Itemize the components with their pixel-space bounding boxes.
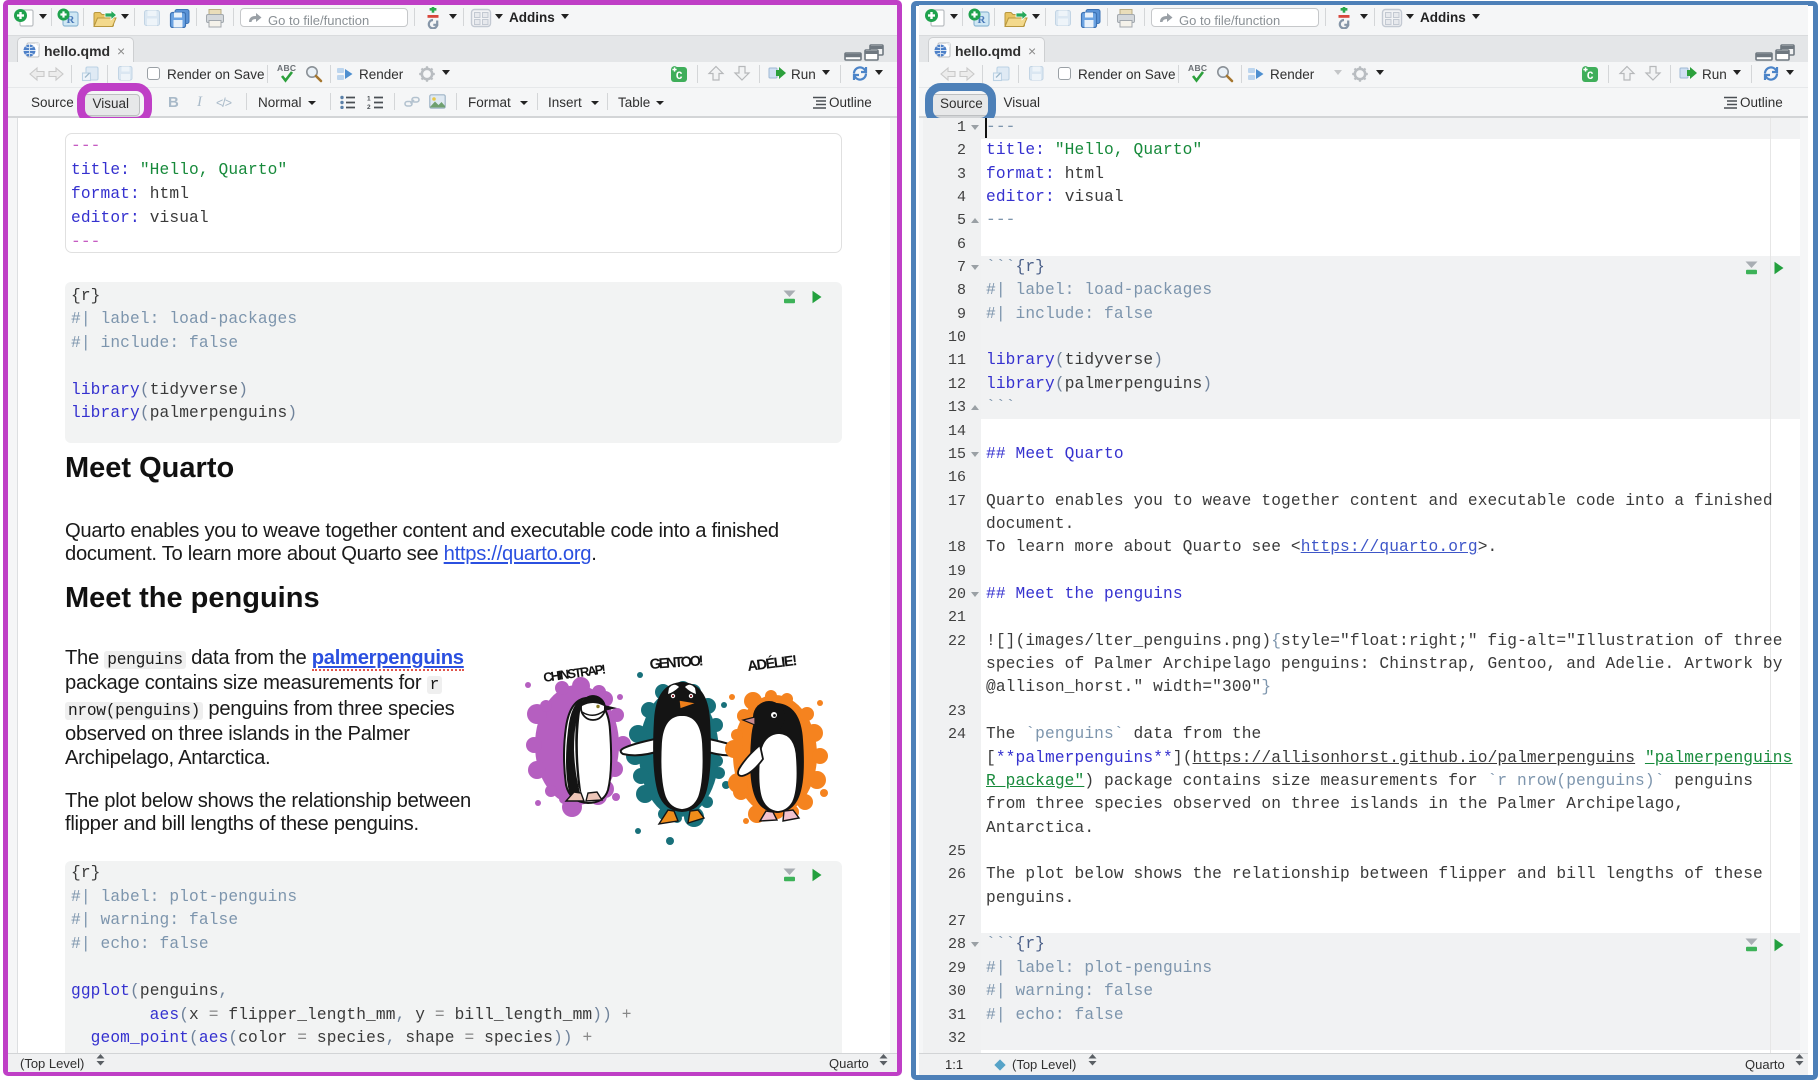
svg-text:GENTOO!: GENTOO! xyxy=(649,653,704,673)
svg-text:1: 1 xyxy=(367,96,371,103)
svg-text:ABC: ABC xyxy=(277,63,296,73)
svg-text:ADÉLIE!: ADÉLIE! xyxy=(746,652,798,675)
svg-text:ABC: ABC xyxy=(1188,63,1207,73)
svg-text:2: 2 xyxy=(367,104,371,109)
svg-text:C: C xyxy=(1587,71,1594,83)
svg-text:C: C xyxy=(676,71,683,83)
